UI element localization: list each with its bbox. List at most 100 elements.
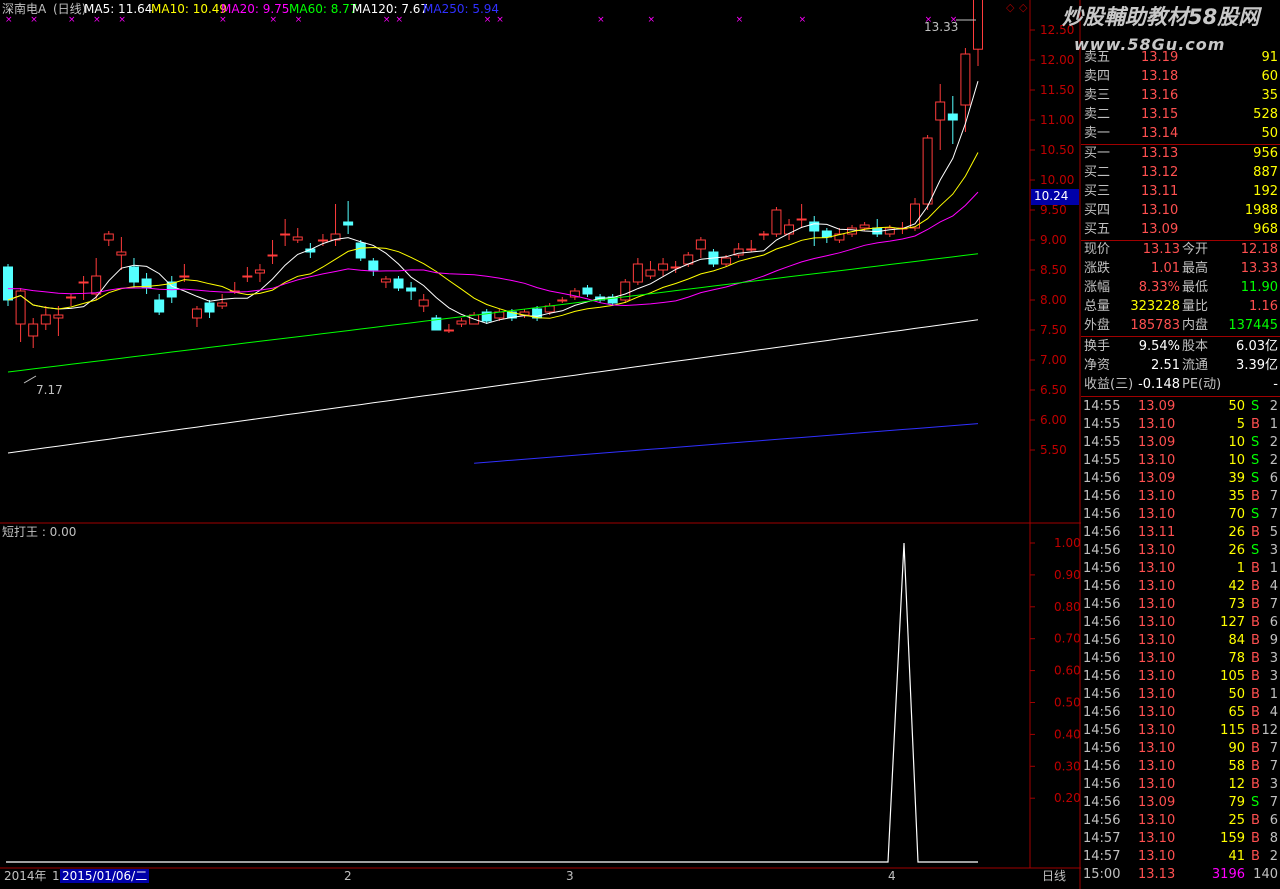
candle-body xyxy=(859,224,870,229)
tick-count: 7 xyxy=(1269,507,1278,522)
signal-marker: × xyxy=(270,15,278,25)
year-label: 2014年 xyxy=(4,869,47,883)
tick-row: 14:56 13.11 26 B 5 xyxy=(1081,524,1280,542)
stats-label: 换手 xyxy=(1084,339,1111,354)
tick-row: 14:55 13.09 50 S 2 xyxy=(1081,398,1280,416)
quote-label: 涨幅 xyxy=(1084,280,1111,295)
candle-body xyxy=(179,275,190,278)
stats-value: -0.148 xyxy=(1138,377,1180,392)
tick-direction: B xyxy=(1251,813,1260,828)
indicator-axis-label: 0.90 xyxy=(1054,568,1081,582)
quote-label-2: 最低 xyxy=(1182,280,1209,295)
candle-body xyxy=(254,269,265,274)
tick-volume: 26 xyxy=(1228,525,1245,540)
price-axis-label: 6.50 xyxy=(1040,383,1067,397)
candle xyxy=(620,279,631,303)
tick-time: 14:57 xyxy=(1083,849,1121,864)
candle xyxy=(191,306,202,327)
tick-direction: B xyxy=(1251,651,1260,666)
tick-row: 14:56 13.10 127 B 6 xyxy=(1081,614,1280,632)
level-volume: 528 xyxy=(1253,107,1278,122)
level-label: 买四 xyxy=(1084,203,1111,218)
candle-body xyxy=(128,266,139,283)
tick-volume: 25 xyxy=(1228,813,1245,828)
tick-count: 7 xyxy=(1269,597,1278,612)
sell-level: 卖三 13.16 35 xyxy=(1081,87,1280,105)
tick-direction: B xyxy=(1251,597,1260,612)
candle-body xyxy=(645,269,656,277)
low-arrow xyxy=(23,375,37,384)
candle xyxy=(292,228,303,243)
candles-group xyxy=(3,0,983,348)
candle-body xyxy=(368,260,379,271)
tick-direction: B xyxy=(1251,579,1260,594)
tick-count: 3 xyxy=(1269,651,1278,666)
ma120-label: MA120: 7.67 xyxy=(352,2,429,16)
candle-body xyxy=(91,275,102,295)
tick-count: 9 xyxy=(1269,633,1278,648)
candle xyxy=(557,297,568,303)
tick-count: 7 xyxy=(1269,795,1278,810)
tick-direction: S xyxy=(1251,399,1260,414)
ma250-line xyxy=(474,423,979,464)
quote-value: 323228 xyxy=(1130,299,1180,314)
indicator-axis-label: 1.00 xyxy=(1054,536,1081,550)
price-axis-label: 8.00 xyxy=(1040,293,1067,307)
tick-2: 2 xyxy=(344,869,352,883)
indicator-axis-label: 0.50 xyxy=(1054,696,1081,710)
tick-direction: S xyxy=(1251,435,1260,450)
tick-time: 14:56 xyxy=(1083,669,1121,684)
candle-body xyxy=(204,302,215,313)
candle-body xyxy=(116,251,127,256)
candle xyxy=(141,273,152,294)
signal-marker: × xyxy=(484,15,492,25)
candle-body xyxy=(280,233,291,236)
next-arrow-icon[interactable]: ◇ xyxy=(1019,1,1027,15)
tick-volume: 50 xyxy=(1228,687,1245,702)
candle xyxy=(935,84,946,150)
signal-marker: × xyxy=(219,15,227,25)
quote-row: 外盘 185783 内盘 137445 xyxy=(1081,317,1280,335)
bottom-bar: 2014年 1 2015/01/06/二 2 3 4 日线 xyxy=(0,869,1080,889)
ma120-line xyxy=(7,319,979,454)
candle-body xyxy=(40,314,51,325)
candle xyxy=(569,288,580,300)
candle xyxy=(632,258,643,285)
level-price: 13.12 xyxy=(1141,165,1179,180)
period-button[interactable]: 日线 xyxy=(1042,869,1066,883)
level-price: 13.10 xyxy=(1141,203,1179,218)
sell-level: 卖一 13.14 50 xyxy=(1081,125,1280,143)
tick-row: 14:56 13.10 58 B 7 xyxy=(1081,758,1280,776)
candle-body xyxy=(317,239,328,242)
prev-arrow-icon[interactable]: ◇ xyxy=(1006,1,1014,15)
tick-time: 14:55 xyxy=(1083,453,1121,468)
tick-price: 13.10 xyxy=(1138,561,1176,576)
tick-row: 14:56 13.10 42 B 4 xyxy=(1081,578,1280,596)
candle-body xyxy=(103,233,114,241)
candle-body xyxy=(922,137,933,205)
quote-label-2: 最高 xyxy=(1182,261,1209,276)
tick-direction: B xyxy=(1251,831,1260,846)
candle-body xyxy=(267,254,278,257)
candle xyxy=(746,240,757,252)
tick-time: 14:56 xyxy=(1083,489,1121,504)
tick-row: 14:56 13.10 115 B 12 xyxy=(1081,722,1280,740)
ma250-label: MA250: 5.94 xyxy=(423,2,500,16)
buy-level: 买四 13.10 1988 xyxy=(1081,202,1280,220)
tick-time: 14:55 xyxy=(1083,435,1121,450)
tick-price: 13.10 xyxy=(1138,777,1176,792)
candle xyxy=(758,231,769,240)
tick-time: 14:56 xyxy=(1083,759,1121,774)
level-price: 13.15 xyxy=(1141,107,1179,122)
candle-body xyxy=(557,299,568,302)
candle xyxy=(771,207,782,237)
indicator-axis-label: 0.30 xyxy=(1054,759,1081,773)
tick-volume: 115 xyxy=(1220,723,1245,738)
tick-row: 14:56 13.10 25 B 6 xyxy=(1081,812,1280,830)
candle xyxy=(368,258,379,276)
stats-value-2: - xyxy=(1273,377,1278,392)
candle xyxy=(65,294,76,306)
stock-name: 深南电A xyxy=(2,2,47,16)
kline-chart[interactable]: 12.5012.0011.5011.0010.5010.009.509.008.… xyxy=(0,0,1081,889)
price-axis-label: 7.00 xyxy=(1040,353,1067,367)
